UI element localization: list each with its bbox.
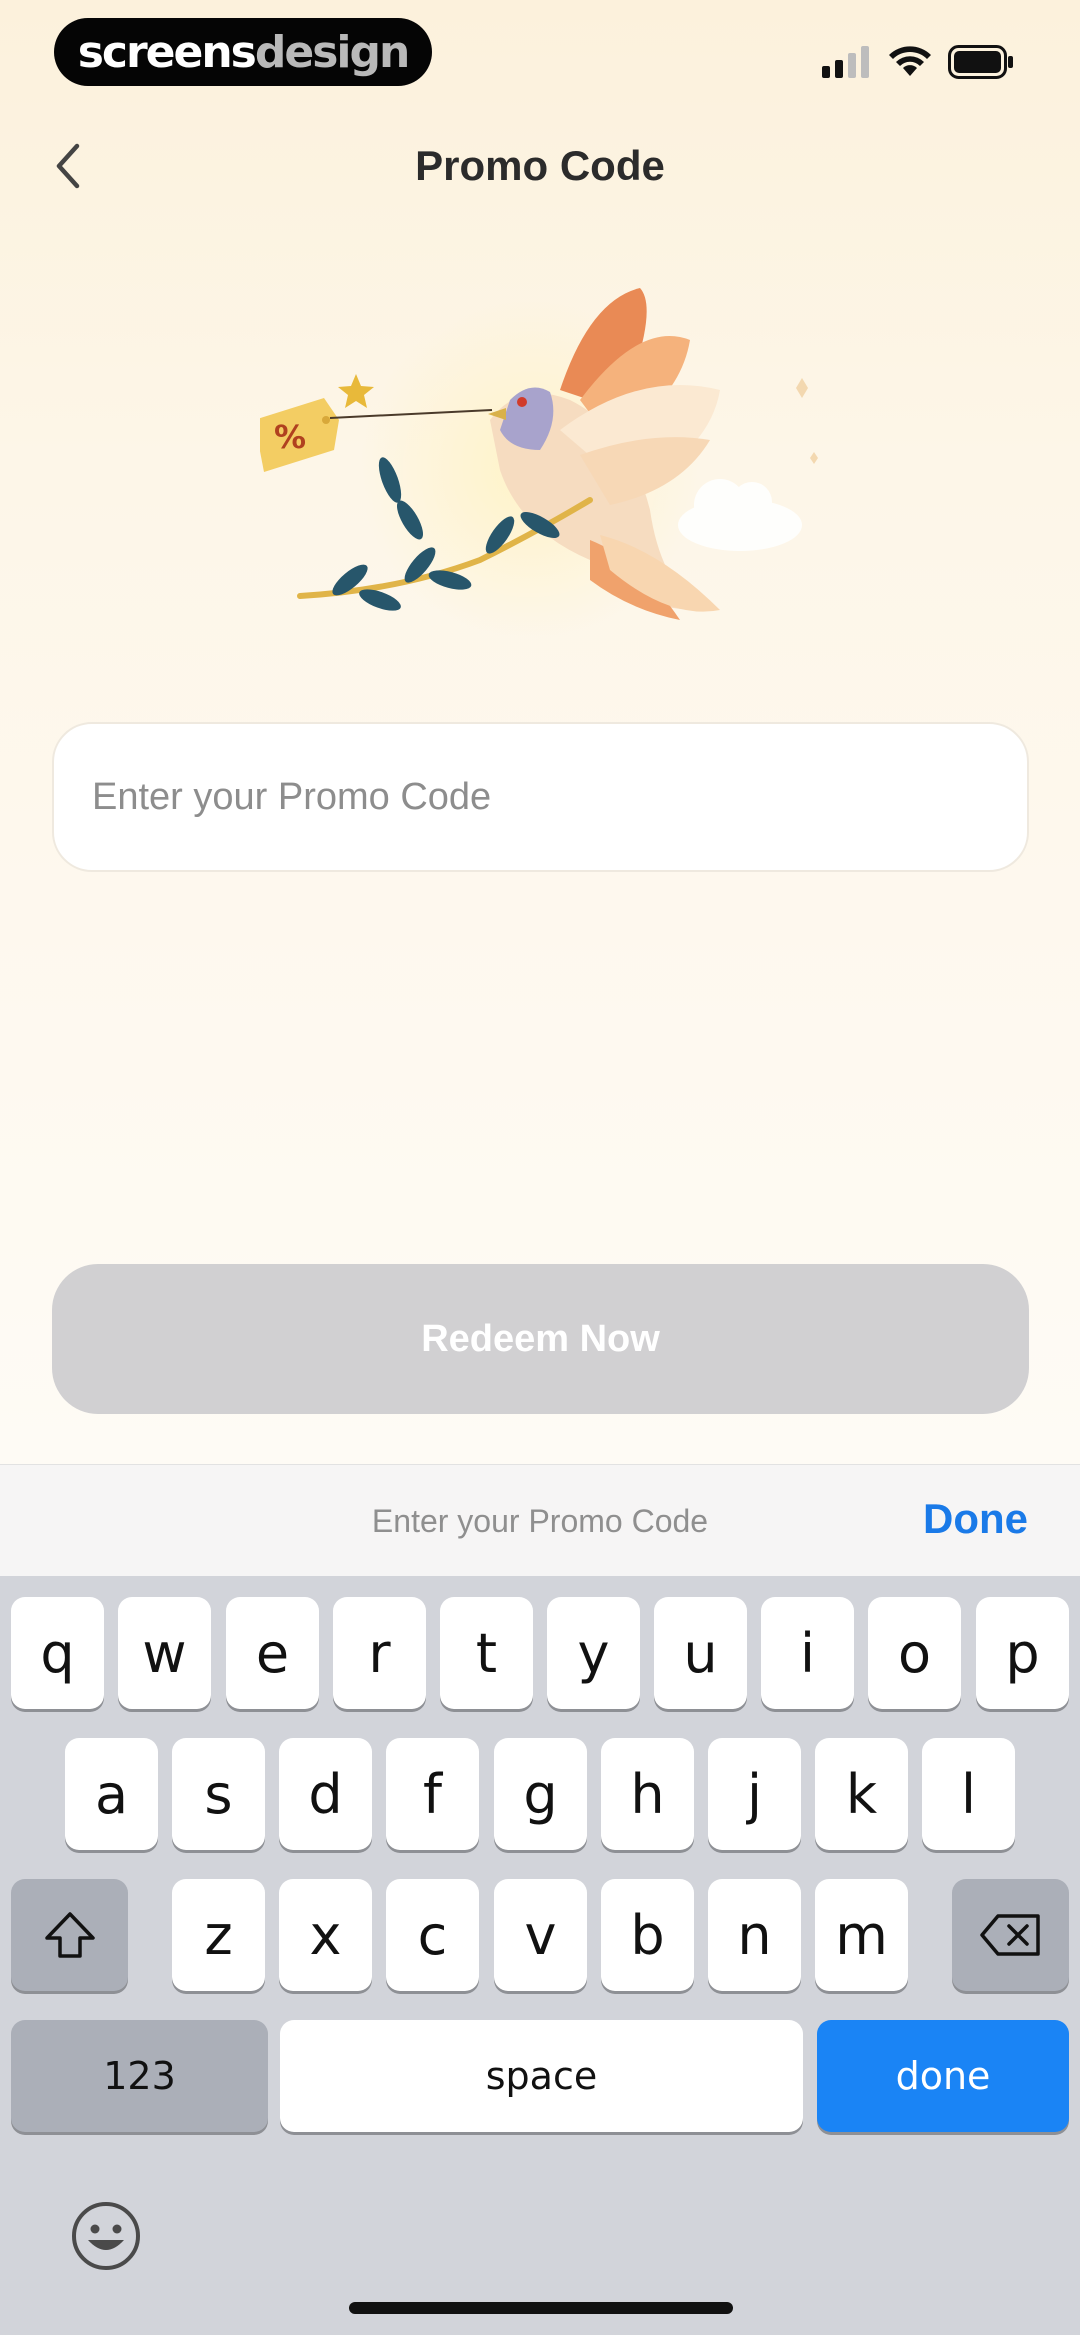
promo-code-field[interactable] bbox=[52, 722, 1029, 872]
watermark-bold: screens bbox=[77, 26, 257, 78]
key-z[interactable]: z bbox=[172, 1879, 265, 1991]
cellular-signal-icon bbox=[822, 46, 869, 78]
key-f[interactable]: f bbox=[386, 1738, 479, 1850]
promo-code-input[interactable] bbox=[92, 775, 1027, 819]
key-m[interactable]: m bbox=[815, 1879, 908, 1991]
emoji-icon[interactable] bbox=[70, 2200, 142, 2272]
battery-icon bbox=[948, 45, 1013, 79]
space-key[interactable]: space bbox=[280, 2020, 803, 2132]
key-h[interactable]: h bbox=[601, 1738, 694, 1850]
key-b[interactable]: b bbox=[601, 1879, 694, 1991]
key-d[interactable]: d bbox=[279, 1738, 372, 1850]
key-u[interactable]: u bbox=[654, 1597, 747, 1709]
key-t[interactable]: t bbox=[440, 1597, 533, 1709]
key-n[interactable]: n bbox=[708, 1879, 801, 1991]
key-i[interactable]: i bbox=[761, 1597, 854, 1709]
key-w[interactable]: w bbox=[118, 1597, 211, 1709]
accessory-done-button[interactable]: Done bbox=[923, 1495, 1028, 1543]
page-title: Promo Code bbox=[415, 142, 665, 189]
key-a[interactable]: a bbox=[65, 1738, 158, 1850]
key-p[interactable]: p bbox=[976, 1597, 1069, 1709]
home-indicator bbox=[349, 2302, 733, 2314]
watermark-text: screensdesign bbox=[77, 26, 411, 78]
key-o[interactable]: o bbox=[868, 1597, 961, 1709]
svg-text:%: % bbox=[274, 418, 306, 456]
key-v[interactable]: v bbox=[494, 1879, 587, 1991]
key-q[interactable]: q bbox=[11, 1597, 104, 1709]
key-c[interactable]: c bbox=[386, 1879, 479, 1991]
status-bar: screensdesign bbox=[0, 0, 1080, 110]
status-icons bbox=[822, 42, 1014, 82]
accessory-hint-text: Enter your Promo Code bbox=[371, 1503, 709, 1539]
key-x[interactable]: x bbox=[279, 1879, 372, 1991]
watermark-light: design bbox=[254, 26, 410, 78]
key-l[interactable]: l bbox=[922, 1738, 1015, 1850]
keyboard: q w e r t y u i o p a s d f g h j k l z … bbox=[0, 1576, 1080, 2335]
shift-icon bbox=[44, 1912, 95, 1958]
key-e[interactable]: e bbox=[226, 1597, 319, 1709]
delete-icon bbox=[979, 1914, 1040, 1956]
screensdesign-watermark: screensdesign bbox=[54, 18, 432, 86]
numbers-key[interactable]: 123 bbox=[11, 2020, 268, 2132]
done-key[interactable]: done bbox=[817, 2020, 1069, 2132]
key-s[interactable]: s bbox=[172, 1738, 265, 1850]
promo-code-screen: screensdesign Promo Code % Enter your Pr… bbox=[0, 0, 1080, 2335]
redeem-now-button[interactable]: Redeem Now bbox=[52, 1264, 1029, 1414]
dove-promo-illustration: % bbox=[260, 288, 818, 640]
star-icon bbox=[338, 374, 374, 408]
keyboard-accessory-bar: Enter your Promo Code Done bbox=[0, 1464, 1080, 1576]
key-g[interactable]: g bbox=[494, 1738, 587, 1850]
key-r[interactable]: r bbox=[333, 1597, 426, 1709]
delete-key[interactable] bbox=[952, 1879, 1069, 1991]
shift-key[interactable] bbox=[11, 1879, 128, 1991]
nav-bar: Promo Code bbox=[0, 120, 1080, 210]
key-k[interactable]: k bbox=[815, 1738, 908, 1850]
key-j[interactable]: j bbox=[708, 1738, 801, 1850]
wifi-icon bbox=[889, 46, 931, 76]
key-y[interactable]: y bbox=[547, 1597, 640, 1709]
